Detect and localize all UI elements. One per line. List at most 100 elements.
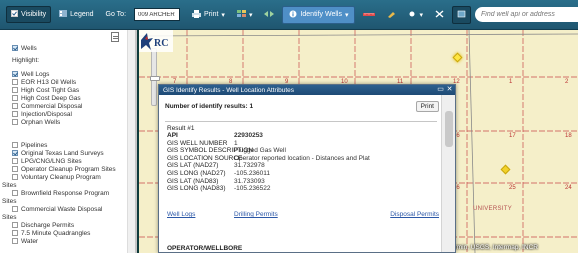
identify-wells-label: Identify Wells	[300, 11, 342, 18]
drilling-permits-link[interactable]: Drilling Permits	[234, 211, 390, 218]
layer-checkbox[interactable]	[12, 166, 18, 172]
attribute-row: GIS LONG (NAD27) -105.236011	[167, 170, 439, 178]
layer-label: EOR H13 Oil Wells	[21, 78, 77, 86]
layer-checkbox[interactable]	[12, 119, 18, 125]
attribute-row: GIS LOCATION SOURCE Operator reported loc…	[167, 155, 439, 163]
layer-checkbox[interactable]	[12, 158, 18, 164]
layer-label: Injection/Disposal	[21, 110, 72, 118]
layer-checkbox[interactable]	[12, 174, 18, 180]
identify-results-dialog: GIS Identify Results - Well Location Att…	[158, 84, 456, 253]
layer-item[interactable]: Sites	[0, 181, 135, 189]
disposal-permits-link[interactable]: Disposal Permits	[390, 211, 439, 218]
point-tool-button[interactable]: ▾	[404, 7, 427, 23]
highlight-item[interactable]: Commercial Disposal	[0, 102, 135, 110]
attribute-table: API 22930253 GIS WELL NUMBER 1 GIS SYMBOL DE…	[167, 132, 439, 193]
layer-item[interactable]: Sites	[0, 197, 135, 205]
legend-button[interactable]: Legend	[55, 7, 97, 22]
layer-item[interactable]: Discharge Permits	[0, 221, 135, 229]
layer-item[interactable]: Pipelines	[0, 141, 135, 149]
result-heading: Result #1	[167, 125, 195, 132]
layer-checkbox[interactable]	[12, 238, 18, 244]
measure-tool-button[interactable]	[359, 7, 379, 23]
highlight-item[interactable]: High Cost Deep Gas	[0, 94, 135, 102]
layer-checkbox[interactable]	[12, 222, 18, 228]
zoom-slider-handle[interactable]	[150, 76, 160, 81]
well-search-input[interactable]	[480, 11, 578, 18]
export-icon[interactable]	[111, 32, 119, 42]
layer-item[interactable]: Operator Cleanup Program Sites	[0, 165, 135, 173]
section-number: 1	[509, 79, 513, 85]
layer-item[interactable]: Sites	[0, 213, 135, 221]
layer-label: Commercial Waste Disposal	[21, 205, 103, 213]
dialog-print-button[interactable]: Print	[415, 101, 439, 112]
layer-label: Well Logs	[21, 70, 50, 78]
layer-checkbox[interactable]	[12, 142, 18, 148]
rrc-logo: RC	[139, 30, 173, 52]
highlight-item[interactable]: Injection/Disposal	[0, 110, 135, 118]
panel-header	[0, 30, 135, 44]
layer-label: Brownfield Response Program	[21, 189, 110, 197]
panel-scrollbar[interactable]	[127, 30, 135, 253]
layer-checkbox[interactable]	[12, 230, 18, 236]
layer-item[interactable]: Original Texas Land Surveys	[0, 149, 135, 157]
close-icon[interactable]: ✕	[446, 86, 453, 93]
draw-tool-button[interactable]	[383, 7, 400, 23]
visibility-button[interactable]: Visibility	[6, 6, 52, 23]
well-search-box[interactable]	[474, 7, 578, 22]
layer-checkbox[interactable]	[12, 79, 18, 85]
identify-wells-button[interactable]: Identify Wells ▾	[282, 5, 356, 24]
layer-checkbox[interactable]	[12, 45, 18, 51]
layers-icon	[457, 10, 466, 20]
layer-label: Wells	[21, 44, 37, 52]
map-attribution: armin, USGS, Intermap, INCR	[450, 244, 538, 251]
chevron-down-icon: ▾	[221, 11, 225, 19]
layer-label: Operator Cleanup Program Sites	[21, 165, 116, 173]
dialog-scrollbar[interactable]	[441, 95, 455, 252]
layer-checkbox[interactable]	[12, 111, 18, 117]
result-links: Well Logs Drilling Permits Disposal Perm…	[167, 211, 439, 218]
layer-item[interactable]: LPG/CNG/LNG Sites	[0, 157, 135, 165]
layer-item[interactable]: 7.5 Minute Quadrangles	[0, 229, 135, 237]
layer-label: Voluntary Cleanup Program	[21, 173, 101, 181]
well-logs-link[interactable]: Well Logs	[167, 211, 234, 218]
layer-label: Original Texas Land Surveys	[21, 149, 104, 157]
print-button[interactable]: Print ▾	[188, 7, 229, 23]
layer-checkbox[interactable]	[12, 87, 18, 93]
layer-label: Sites	[2, 197, 17, 205]
attribute-value: -105.236522	[234, 185, 271, 193]
layer-checkbox[interactable]	[12, 206, 18, 212]
layer-checkbox[interactable]	[12, 71, 18, 77]
map-layer-button[interactable]	[451, 5, 471, 24]
clear-button[interactable]	[431, 7, 448, 23]
layer-item[interactable]: Commercial Waste Disposal	[0, 205, 135, 213]
layer-checkbox[interactable]	[12, 190, 18, 196]
layer-panel: Wells Highlight: Well Logs EOR H13 Oil We…	[0, 30, 137, 253]
layer-label: 7.5 Minute Quadrangles	[21, 229, 91, 237]
attribute-key: GIS LONG (NAD27)	[167, 169, 226, 177]
highlight-item[interactable]: Orphan Wells	[0, 118, 135, 126]
layer-checkbox[interactable]	[12, 95, 18, 101]
layer-item[interactable]: Water	[0, 237, 135, 245]
layer-checkbox[interactable]	[12, 150, 18, 156]
layer-item-wells[interactable]: Wells	[0, 44, 135, 52]
dialog-title: GIS Identify Results - Well Location Att…	[163, 86, 295, 94]
checkbox-icon	[11, 10, 18, 19]
legend-icon	[59, 10, 68, 19]
zoom-extent-button[interactable]	[260, 7, 278, 23]
layer-label: Pipelines	[21, 141, 48, 149]
goto-input[interactable]	[134, 8, 181, 21]
minimize-icon[interactable]: ▭	[437, 86, 444, 93]
basemap-button[interactable]: ▾	[233, 7, 257, 23]
layer-item[interactable]: Voluntary Cleanup Program	[0, 173, 135, 181]
layer-item[interactable]: Brownfield Response Program	[0, 189, 135, 197]
attribute-key: GIS LAT (NAD83)	[167, 177, 219, 185]
highlight-item[interactable]: EOR H13 Oil Wells	[0, 78, 135, 86]
attribute-row: GIS LAT (NAD83) 31.733093	[167, 178, 439, 186]
highlight-item[interactable]: Well Logs	[0, 70, 135, 78]
attribute-key: GIS LAT (NAD27)	[167, 162, 219, 170]
highlight-item[interactable]: High Cost Tight Gas	[0, 86, 135, 94]
dialog-titlebar[interactable]: GIS Identify Results - Well Location Att…	[159, 85, 455, 95]
zoom-slider[interactable]	[150, 48, 160, 106]
dialog-scrollbar-thumb[interactable]	[445, 111, 453, 147]
layer-checkbox[interactable]	[12, 103, 18, 109]
